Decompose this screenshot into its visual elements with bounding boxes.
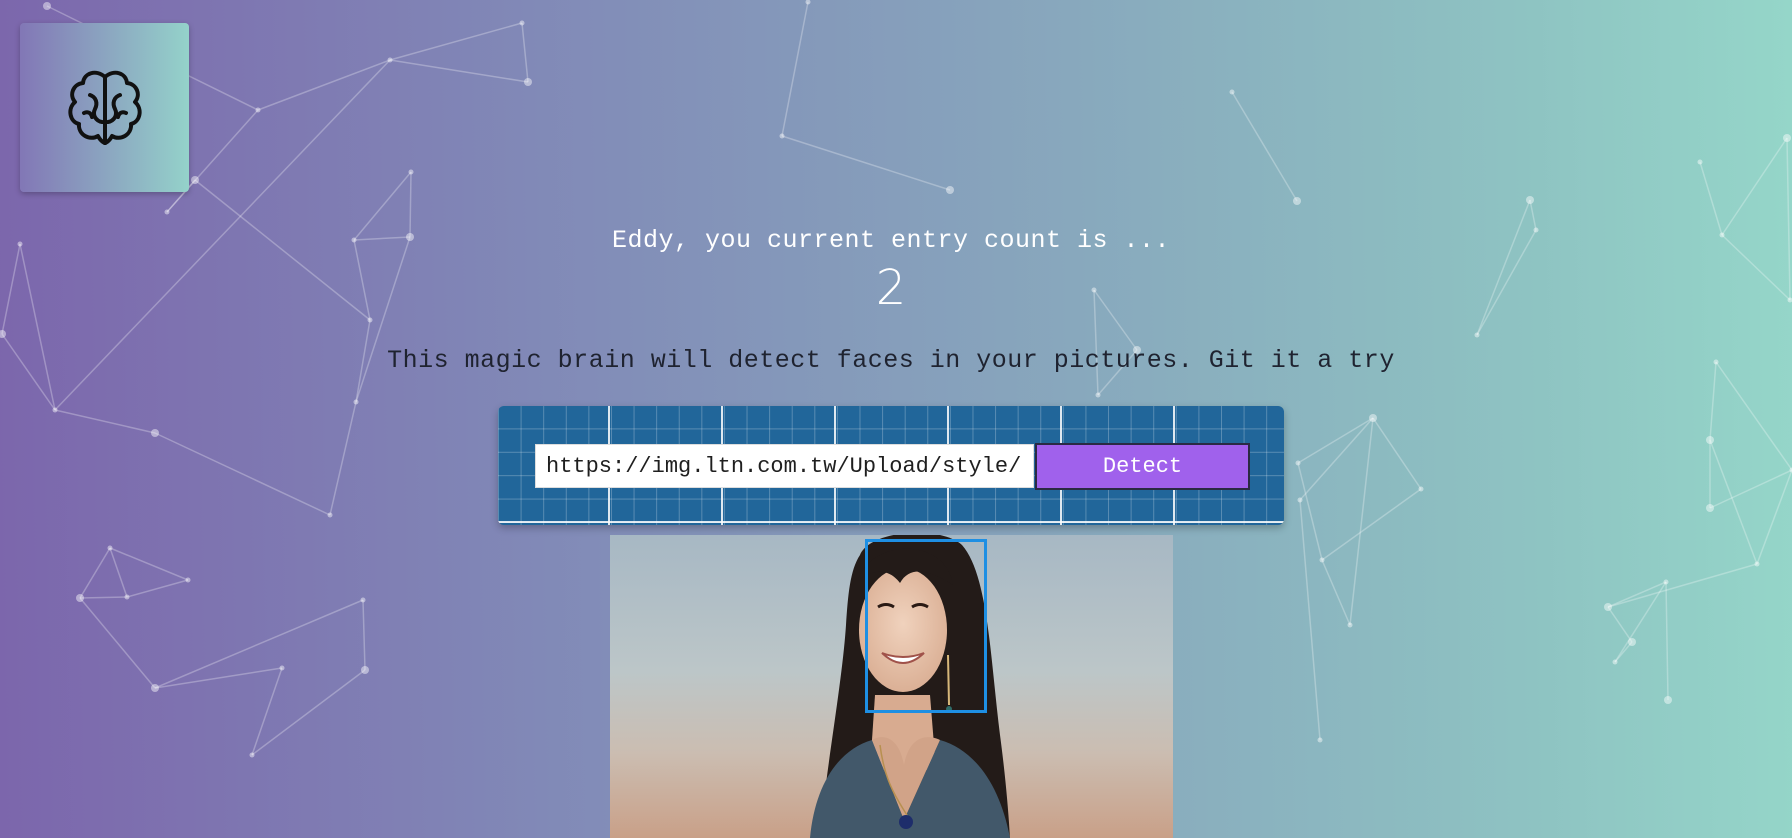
particle-link (154, 599, 364, 689)
particle-link (251, 667, 283, 756)
particle-link (389, 22, 523, 61)
particle-link (1297, 417, 1374, 464)
particle-dot (1369, 414, 1377, 422)
particle-link (251, 669, 366, 756)
particle-dot (353, 399, 359, 405)
particle-link (79, 597, 156, 689)
particle-link (1321, 488, 1422, 561)
particle-dot (1347, 622, 1353, 628)
detect-button[interactable]: Detect (1035, 443, 1250, 490)
particle-link (54, 409, 156, 434)
particle-dot (255, 107, 261, 113)
entry-count-greeting: Eddy, you current entry count is ... (611, 226, 1171, 255)
particle-dot (1297, 497, 1303, 503)
particle-link (154, 667, 283, 689)
page-description: This magic brain will detect faces in yo… (387, 346, 1395, 375)
particle-link (1721, 137, 1788, 236)
face-bounding-box (865, 539, 987, 713)
particle-link (1665, 581, 1669, 701)
particle-dot (361, 666, 369, 674)
particle-dot (805, 0, 811, 5)
particle-dot (1754, 561, 1760, 567)
particle-dot (1293, 197, 1301, 205)
particle-dot (779, 133, 785, 139)
particle-dot (1706, 436, 1714, 444)
particle-dot (1526, 196, 1534, 204)
particle-link (362, 599, 366, 671)
particle-dot (191, 176, 199, 184)
particle-link (1231, 91, 1298, 202)
particle-link (79, 547, 111, 599)
particle-link (781, 1, 809, 137)
particle-dot (1628, 638, 1636, 646)
particle-dot (43, 2, 51, 10)
particle-dot (1317, 737, 1323, 743)
particle-link (1607, 606, 1633, 643)
particle-link (1607, 563, 1758, 608)
particle-dot (1664, 696, 1672, 704)
particle-link (1709, 439, 1758, 565)
particle-link (1786, 137, 1791, 301)
particle-dot (387, 57, 393, 63)
particle-link (329, 401, 357, 516)
particle-link (79, 596, 128, 599)
particle-link (1349, 417, 1374, 626)
particle-dot (0, 330, 6, 338)
particle-dot (76, 594, 84, 602)
particle-dot (1706, 504, 1714, 512)
particle-link (1372, 417, 1422, 490)
particle-dot (279, 665, 285, 671)
particle-dot (249, 752, 255, 758)
particle-dot (1783, 134, 1791, 142)
particle-dot (1095, 392, 1101, 398)
particle-dot (1697, 159, 1703, 165)
particle-link (257, 59, 391, 111)
brain-icon (67, 70, 142, 145)
particle-dot (327, 512, 333, 518)
particle-dot (1663, 579, 1669, 585)
particle-dot (524, 78, 532, 86)
particle-link (126, 579, 189, 598)
particle-dot (107, 545, 113, 551)
particle-link (154, 432, 331, 516)
particle-link (109, 547, 128, 598)
particle-dot (408, 169, 414, 175)
particle-dot (1612, 659, 1618, 665)
entry-count-value: 2 (875, 260, 907, 316)
particle-link (109, 547, 189, 581)
particle-dot (1295, 460, 1301, 466)
particle-dot (151, 429, 159, 437)
particle-link (1299, 417, 1374, 501)
particle-dot (1418, 486, 1424, 492)
particle-link (1614, 581, 1667, 663)
particle-dot (1474, 332, 1480, 338)
particle-dot (519, 20, 525, 26)
particle-dot (124, 594, 130, 600)
particle-dot (52, 407, 58, 413)
particle-dot (185, 577, 191, 583)
particle-dot (360, 597, 366, 603)
particle-dot (946, 186, 954, 194)
particle-dot (151, 684, 159, 692)
particle-dot (1229, 89, 1235, 95)
particle-dot (1319, 557, 1325, 563)
particle-link (389, 59, 529, 83)
image-url-input[interactable] (535, 444, 1034, 488)
particle-link (781, 135, 951, 191)
particle-link (1699, 161, 1723, 236)
particle-link (521, 22, 529, 83)
app-logo[interactable] (20, 23, 189, 192)
particle-dot (1604, 603, 1612, 611)
particle-dot (164, 209, 170, 215)
particle-link (1299, 499, 1321, 741)
particle-link (1321, 559, 1351, 626)
particle-link (1715, 361, 1792, 471)
particle-dot (367, 317, 373, 323)
